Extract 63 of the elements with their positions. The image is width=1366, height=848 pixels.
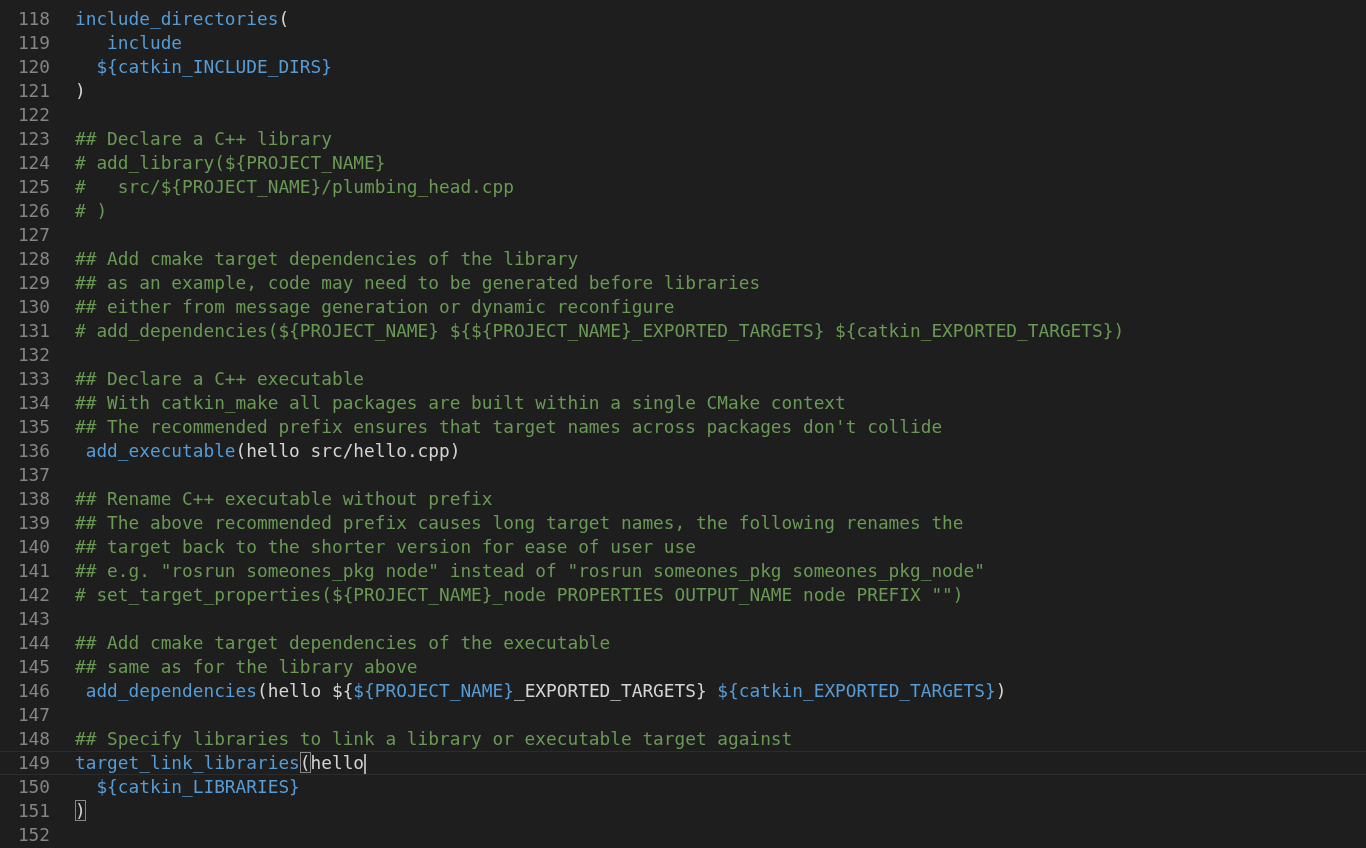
line-number: 135 [16, 415, 50, 439]
line-number: 119 [16, 31, 50, 55]
line-number: 139 [16, 511, 50, 535]
code-line: ## Declare a C++ executable [75, 367, 365, 391]
code-line: target_link_libraries(hello [75, 752, 367, 774]
line-number: 125 [16, 175, 50, 199]
line-number: 133 [16, 367, 50, 391]
code-line: ## same as for the library above [75, 655, 418, 679]
line-number: 141 [16, 559, 50, 583]
line-number: 127 [16, 223, 50, 247]
line-number: 118 [16, 7, 50, 31]
code-line: ## With catkin_make all packages are built within a single CMake context [75, 391, 846, 415]
code-line: ## Add cmake target dependencies of the library [75, 247, 579, 271]
line-number: 130 [16, 295, 50, 319]
line-number: 144 [16, 631, 50, 655]
line-number: 129 [16, 271, 50, 295]
code-line: ## e.g. "rosrun someones_pkg node" instead of "rosrun someones_pkg someones_pkg_node" [75, 559, 985, 583]
code-line: # add_dependencies(${PROJECT_NAME} ${${PROJECT_NAME}_EXPORTED_TARGETS} ${catkin_EXPORTED_TARGETS}) [75, 319, 1125, 343]
code-line: ## either from message generation or dynamic reconfigure [75, 295, 675, 319]
line-number: 126 [16, 199, 50, 223]
line-number: 151 [16, 799, 50, 823]
line-number: 147 [16, 703, 50, 727]
line-number: 120 [16, 55, 50, 79]
code-line: ${catkin_LIBRARIES} [95, 775, 300, 799]
line-number: 145 [16, 655, 50, 679]
code-line: ## The above recommended prefix causes long target names, the following renames the [75, 511, 964, 535]
code-line: ) [75, 799, 86, 823]
line-number: 123 [16, 127, 50, 151]
line-number: 146 [16, 679, 50, 703]
line-number: 149 [16, 752, 50, 774]
line-number: 142 [16, 583, 50, 607]
code-line: # ) [75, 199, 108, 223]
line-number: 152 [16, 823, 50, 847]
line-number: 131 [16, 319, 50, 343]
code-line: add_dependencies(hello ${${PROJECT_NAME}_EXPORTED_TARGETS} ${catkin_EXPORTED_TARGETS}) [84, 679, 1007, 703]
code-line: ## Specify libraries to link a library or executable target against [75, 727, 793, 751]
code-line: ## Declare a C++ library [75, 127, 332, 151]
code-line: ## as an example, code may need to be generated before libraries [75, 271, 761, 295]
code-line: ## Add cmake target dependencies of the executable [75, 631, 611, 655]
code-line: # src/${PROJECT_NAME}/plumbing_head.cpp [75, 175, 514, 199]
line-number: 143 [16, 607, 50, 631]
line-number: 132 [16, 343, 50, 367]
code-line: ## The recommended prefix ensures that target names across packages don't collide [75, 415, 943, 439]
line-number: 134 [16, 391, 50, 415]
code-line: include [106, 31, 183, 55]
line-number: 128 [16, 247, 50, 271]
code-line: include_directories( [75, 7, 290, 31]
code-line: ) [75, 79, 86, 103]
line-number: 148 [16, 727, 50, 751]
line-number: 121 [16, 79, 50, 103]
line-number: 136 [16, 439, 50, 463]
code-line: add_executable(hello src/hello.cpp) [84, 439, 461, 463]
code-line: # set_target_properties(${PROJECT_NAME}_node PROPERTIES OUTPUT_NAME node PREFIX "") [75, 583, 964, 607]
line-number: 138 [16, 487, 50, 511]
line-number: 140 [16, 535, 50, 559]
line-number: 137 [16, 463, 50, 487]
code-line: ## target back to the shorter version for ease of user use [75, 535, 696, 559]
line-number: 150 [16, 775, 50, 799]
line-number: 122 [16, 103, 50, 127]
code-line: # add_library(${PROJECT_NAME} [75, 151, 386, 175]
code-line: ## Rename C++ executable without prefix [75, 487, 493, 511]
code-line: ${catkin_INCLUDE_DIRS} [95, 55, 332, 79]
line-number: 124 [16, 151, 50, 175]
